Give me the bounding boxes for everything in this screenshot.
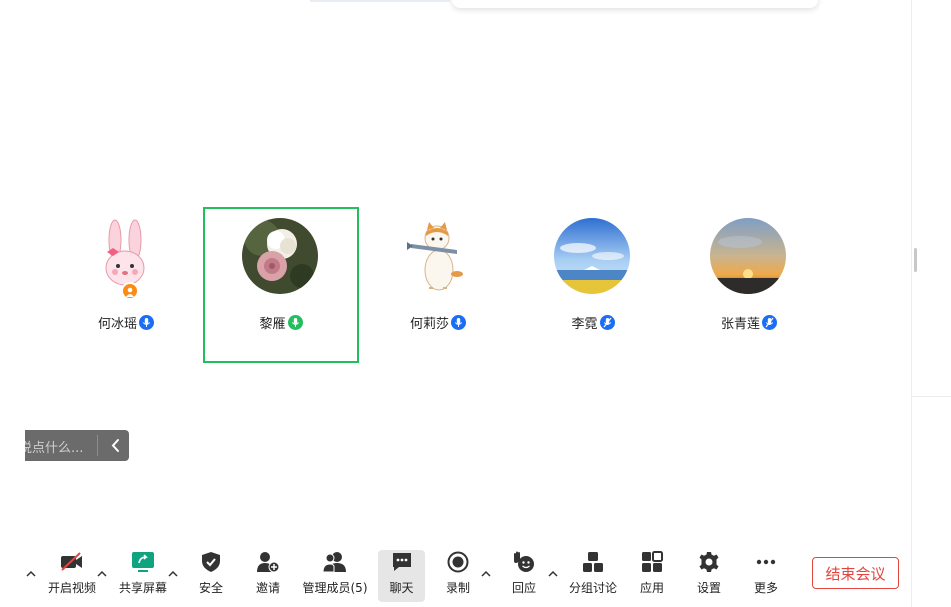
- chat-label: 聊天: [389, 581, 414, 595]
- shield-icon: [201, 550, 221, 574]
- share-screen-icon: [131, 550, 155, 574]
- meeting-window: 何冰瑶 黎雁 何莉莎 李霓 张青莲 说点什么... 开启视频 共享屏幕 安全 邀…: [0, 0, 951, 607]
- raise-hand-icon: [512, 550, 536, 574]
- more-dots-icon: [755, 550, 777, 574]
- participant-tile[interactable]: 何冰瑶: [48, 207, 204, 363]
- chat-separator: [97, 435, 98, 456]
- members-icon: [322, 550, 348, 574]
- rose-flower-avatar: [242, 218, 318, 294]
- participant-tile[interactable]: 李霓: [515, 207, 671, 363]
- chat-input-placeholder[interactable]: 说点什么...: [25, 437, 83, 456]
- security-button[interactable]: 安全: [190, 550, 232, 602]
- invite-button[interactable]: 邀请: [247, 550, 289, 602]
- end-meeting-button[interactable]: 结束会议: [812, 557, 899, 589]
- reactions-options-caret-icon[interactable]: [547, 565, 559, 577]
- settings-button[interactable]: 设置: [688, 550, 730, 602]
- participant-name-row: 张青莲: [673, 313, 825, 332]
- camera-off-icon: [59, 550, 85, 574]
- gear-icon: [698, 550, 720, 574]
- start-video-label: 开启视频: [47, 581, 96, 595]
- sunset-avatar: [710, 218, 786, 294]
- participant-name: 李霓: [571, 317, 598, 332]
- reactions-button[interactable]: 回应: [503, 550, 545, 602]
- chat-bubble-icon: [391, 550, 413, 574]
- participant-name: 黎雁: [259, 317, 286, 332]
- apps-grid-icon: [641, 550, 663, 574]
- participant-name-row: 李霓: [517, 313, 669, 332]
- settings-label: 设置: [696, 581, 721, 595]
- chat-input-box[interactable]: 说点什么...: [25, 430, 129, 461]
- mic-icon: [451, 315, 466, 330]
- mic-muted-icon: [762, 315, 777, 330]
- invite-label: 邀请: [255, 581, 280, 595]
- top-popup: [452, 0, 818, 8]
- share-screen-button[interactable]: 共享屏幕: [116, 550, 170, 602]
- video-options-caret-icon[interactable]: [25, 565, 37, 577]
- record-options-caret-icon[interactable]: [480, 565, 492, 577]
- bottom-toolbar: 开启视频 共享屏幕 安全 邀请 管理成员(5) 聊天 录制 回应 分组讨论 应用…: [0, 545, 911, 607]
- breakout-rooms-button[interactable]: 分组讨论: [566, 550, 620, 602]
- participant-name-row: 何莉莎: [362, 313, 514, 332]
- share-more-caret-icon[interactable]: [167, 565, 179, 577]
- record-icon: [447, 550, 469, 574]
- security-label: 安全: [198, 581, 223, 595]
- resize-handle[interactable]: [914, 248, 917, 272]
- manage-members-label: 管理成员(5): [302, 581, 368, 595]
- participant-tile[interactable]: 张青莲: [671, 207, 827, 363]
- participant-name-row: 黎雁: [205, 313, 357, 332]
- share-screen-label: 共享屏幕: [118, 581, 167, 595]
- add-user-icon: [256, 550, 280, 574]
- collapse-chevron-icon[interactable]: [103, 430, 129, 461]
- participant-name: 何莉莎: [409, 317, 449, 332]
- participant-name: 何冰瑶: [97, 317, 137, 332]
- mic-speaking-icon: [287, 315, 303, 330]
- share-options-caret-icon[interactable]: [96, 565, 108, 577]
- side-panel-divider: [911, 0, 912, 607]
- start-video-button[interactable]: 开启视频: [46, 550, 98, 602]
- host-badge-icon: [121, 282, 139, 300]
- breakout-rooms-icon: [582, 550, 604, 574]
- apps-button[interactable]: 应用: [631, 550, 673, 602]
- record-button[interactable]: 录制: [437, 550, 479, 602]
- participant-tile[interactable]: 何莉莎: [360, 207, 516, 363]
- apps-label: 应用: [639, 581, 664, 595]
- mic-icon: [139, 315, 154, 330]
- top-strip: [310, 0, 450, 2]
- participant-name-row: 何冰瑶: [50, 313, 202, 332]
- side-panel-line: [912, 396, 951, 397]
- record-label: 录制: [445, 581, 470, 595]
- reactions-label: 回应: [511, 581, 536, 595]
- participant-tile-active[interactable]: 黎雁: [203, 207, 359, 363]
- chat-button[interactable]: 聊天: [378, 550, 425, 602]
- participant-name: 张青莲: [720, 317, 760, 332]
- breakout-rooms-label: 分组讨论: [568, 581, 617, 595]
- mic-muted-icon: [599, 315, 615, 330]
- manage-members-button[interactable]: 管理成员(5): [300, 550, 370, 602]
- cat-with-fish-avatar: [399, 218, 475, 294]
- ocean-sky-avatar: [554, 218, 630, 294]
- more-button[interactable]: 更多: [745, 550, 787, 602]
- more-label: 更多: [753, 581, 778, 595]
